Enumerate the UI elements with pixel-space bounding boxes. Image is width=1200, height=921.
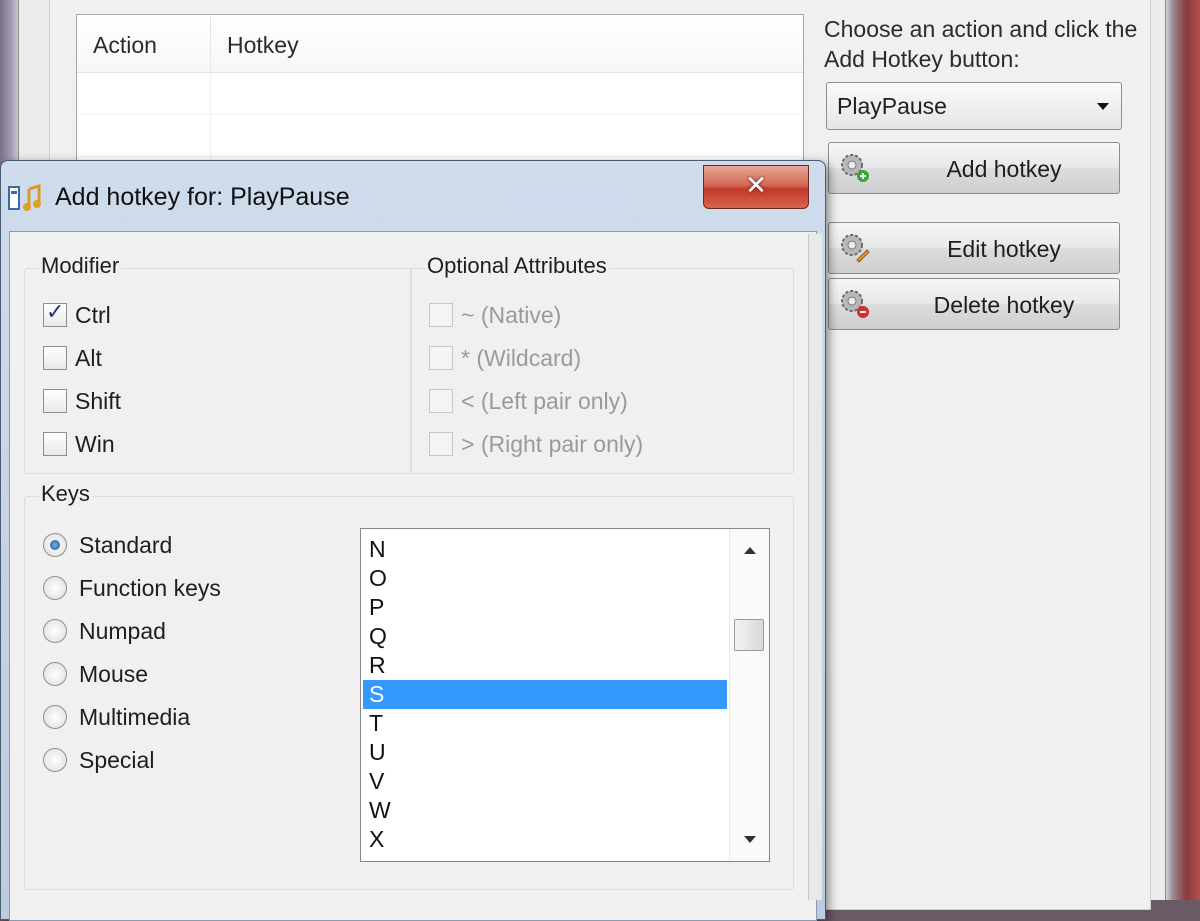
- checkbox-wildcard-label: * (Wildcard): [461, 344, 582, 371]
- radio-multimedia-button[interactable]: [43, 705, 67, 729]
- radio-special-button[interactable]: [43, 748, 67, 772]
- radio-numpad-button[interactable]: [43, 619, 67, 643]
- radio-standard[interactable]: Standard: [43, 529, 172, 561]
- keys-list-scrollbar[interactable]: [729, 529, 769, 861]
- list-item[interactable]: O: [363, 564, 727, 593]
- scroll-thumb[interactable]: [734, 619, 764, 651]
- checkbox-alt[interactable]: Alt: [43, 342, 102, 374]
- checkbox-ctrl-label: Ctrl: [75, 301, 111, 328]
- list-item[interactable]: T: [363, 709, 727, 738]
- checkbox-left-pair[interactable]: < (Left pair only): [429, 385, 628, 417]
- checkbox-native-box[interactable]: [429, 303, 453, 327]
- checkbox-wildcard[interactable]: * (Wildcard): [429, 342, 581, 374]
- close-icon: ✕: [745, 170, 767, 200]
- radio-function-keys-button[interactable]: [43, 576, 67, 600]
- checkbox-alt-label: Alt: [75, 344, 102, 371]
- list-item[interactable]: X: [363, 825, 727, 854]
- optional-attributes-group: Optional Attributes ~ (Native) * (Wildca…: [410, 253, 794, 474]
- app-music-icon: [8, 183, 41, 211]
- delete-hotkey-button[interactable]: Delete hotkey: [828, 278, 1120, 330]
- gear-edit-icon: [841, 234, 870, 263]
- scroll-down-arrow-icon[interactable]: [744, 836, 756, 843]
- checkbox-alt-box[interactable]: [43, 346, 67, 370]
- list-item[interactable]: P: [363, 593, 727, 622]
- radio-mouse[interactable]: Mouse: [43, 658, 148, 690]
- list-row-empty: [77, 73, 803, 115]
- edit-hotkey-label: Edit hotkey: [947, 236, 1061, 262]
- radio-numpad[interactable]: Numpad: [43, 615, 166, 647]
- radio-mouse-label: Mouse: [79, 660, 149, 687]
- checkbox-wildcard-box[interactable]: [429, 346, 453, 370]
- radio-standard-label: Standard: [79, 531, 173, 558]
- radio-multimedia[interactable]: Multimedia: [43, 701, 190, 733]
- checkbox-native[interactable]: ~ (Native): [429, 299, 561, 331]
- list-item[interactable]: N: [363, 535, 727, 564]
- list-item[interactable]: U: [363, 738, 727, 767]
- action-select-value: PlayPause: [837, 93, 947, 119]
- checkbox-ctrl[interactable]: Ctrl: [43, 299, 111, 331]
- list-row-empty: [77, 115, 803, 157]
- radio-special-label: Special: [79, 746, 155, 773]
- radio-numpad-label: Numpad: [79, 617, 166, 644]
- add-hotkey-dialog: Add hotkey for: PlayPause ✕ Modifier Ctr…: [0, 160, 826, 921]
- hotkey-list-header: Action Hotkey: [77, 15, 803, 73]
- edit-hotkey-button[interactable]: Edit hotkey: [828, 222, 1120, 274]
- radio-special[interactable]: Special: [43, 744, 154, 776]
- modifier-group: Modifier Ctrl Alt Shift Win: [24, 253, 412, 474]
- radio-multimedia-label: Multimedia: [79, 703, 191, 730]
- checkbox-win-box[interactable]: [43, 432, 67, 456]
- radio-mouse-button[interactable]: [43, 662, 67, 686]
- optional-attributes-title: Optional Attributes: [425, 253, 609, 279]
- keys-listbox[interactable]: N O P Q R S T U V W X: [360, 528, 770, 862]
- dialog-edge-scrollbar: [808, 234, 822, 900]
- add-hotkey-button[interactable]: Add hotkey: [828, 142, 1120, 194]
- gear-delete-icon: [841, 290, 869, 318]
- list-item[interactable]: R: [363, 651, 727, 680]
- radio-function-keys-label: Function keys: [79, 574, 221, 601]
- instruction-text: Choose an action and click the Add Hotke…: [824, 16, 1138, 72]
- column-header-hotkey[interactable]: Hotkey: [211, 15, 299, 72]
- close-button[interactable]: ✕: [703, 165, 809, 209]
- checkbox-win-label: Win: [75, 430, 115, 457]
- checkbox-shift[interactable]: Shift: [43, 385, 121, 417]
- checkbox-shift-box[interactable]: [43, 389, 67, 413]
- hotkey-list[interactable]: Action Hotkey: [76, 14, 804, 199]
- checkbox-right-pair-label: > (Right pair only): [461, 430, 644, 457]
- list-item[interactable]: Q: [363, 622, 727, 651]
- checkbox-win[interactable]: Win: [43, 428, 115, 460]
- checkbox-ctrl-box[interactable]: [43, 300, 67, 327]
- add-hotkey-label: Add hotkey: [946, 156, 1062, 182]
- radio-standard-button[interactable]: [43, 533, 67, 557]
- checkbox-left-pair-label: < (Left pair only): [461, 387, 628, 414]
- list-item[interactable]: V: [363, 767, 727, 796]
- list-item-selected[interactable]: S: [363, 680, 727, 709]
- checkbox-shift-label: Shift: [75, 387, 122, 414]
- checkbox-right-pair-box[interactable]: [429, 432, 453, 456]
- gear-add-icon: [841, 154, 869, 182]
- keys-list-items: N O P Q R S T U V W X: [363, 535, 727, 854]
- radio-function-keys[interactable]: Function keys: [43, 572, 221, 604]
- keys-group-title: Keys: [39, 481, 92, 507]
- delete-hotkey-label: Delete hotkey: [933, 292, 1075, 318]
- action-select[interactable]: PlayPause: [826, 82, 1122, 130]
- checkbox-left-pair-box[interactable]: [429, 389, 453, 413]
- checkbox-right-pair[interactable]: > (Right pair only): [429, 428, 643, 460]
- dialog-title: Add hotkey for: PlayPause: [55, 183, 350, 211]
- column-header-action[interactable]: Action: [77, 15, 211, 72]
- dropdown-arrow-icon[interactable]: [1097, 103, 1109, 110]
- background-desktop-right: [1166, 0, 1200, 900]
- checkbox-native-label: ~ (Native): [461, 301, 562, 328]
- list-item[interactable]: W: [363, 796, 727, 825]
- dialog-client-area: Modifier Ctrl Alt Shift Win Optional Att…: [9, 231, 817, 921]
- dialog-titlebar[interactable]: Add hotkey for: PlayPause ✕: [1, 161, 825, 231]
- scroll-up-arrow-icon[interactable]: [744, 547, 756, 554]
- modifier-group-title: Modifier: [39, 253, 122, 279]
